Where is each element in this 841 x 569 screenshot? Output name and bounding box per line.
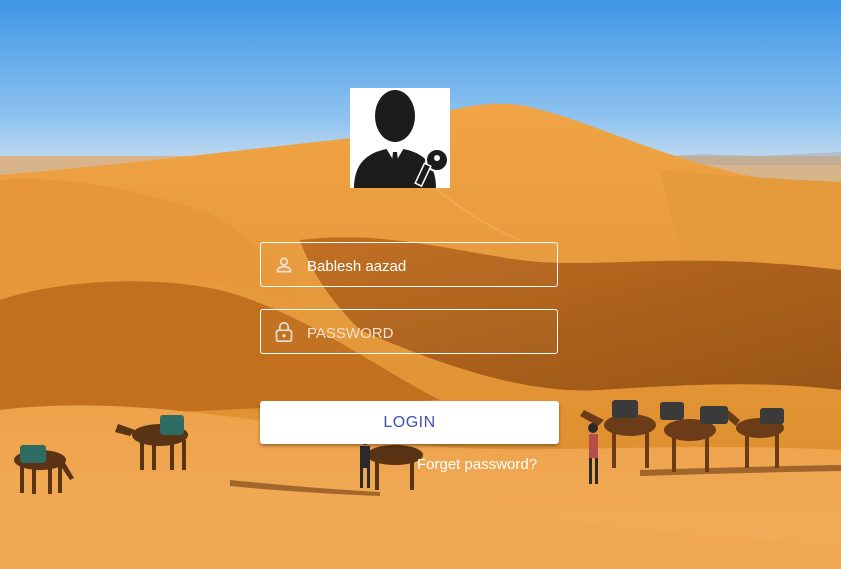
person-icon xyxy=(272,253,296,277)
login-button[interactable]: LOGIN xyxy=(260,401,559,444)
username-field[interactable] xyxy=(260,242,558,287)
login-screen: LOGIN Forget password? xyxy=(0,0,841,569)
password-field[interactable] xyxy=(260,309,558,354)
user-with-key-icon xyxy=(350,88,450,188)
lock-icon xyxy=(272,320,296,344)
password-input[interactable] xyxy=(307,325,557,342)
username-input[interactable] xyxy=(307,258,557,275)
forget-password-link[interactable]: Forget password? xyxy=(417,456,537,473)
